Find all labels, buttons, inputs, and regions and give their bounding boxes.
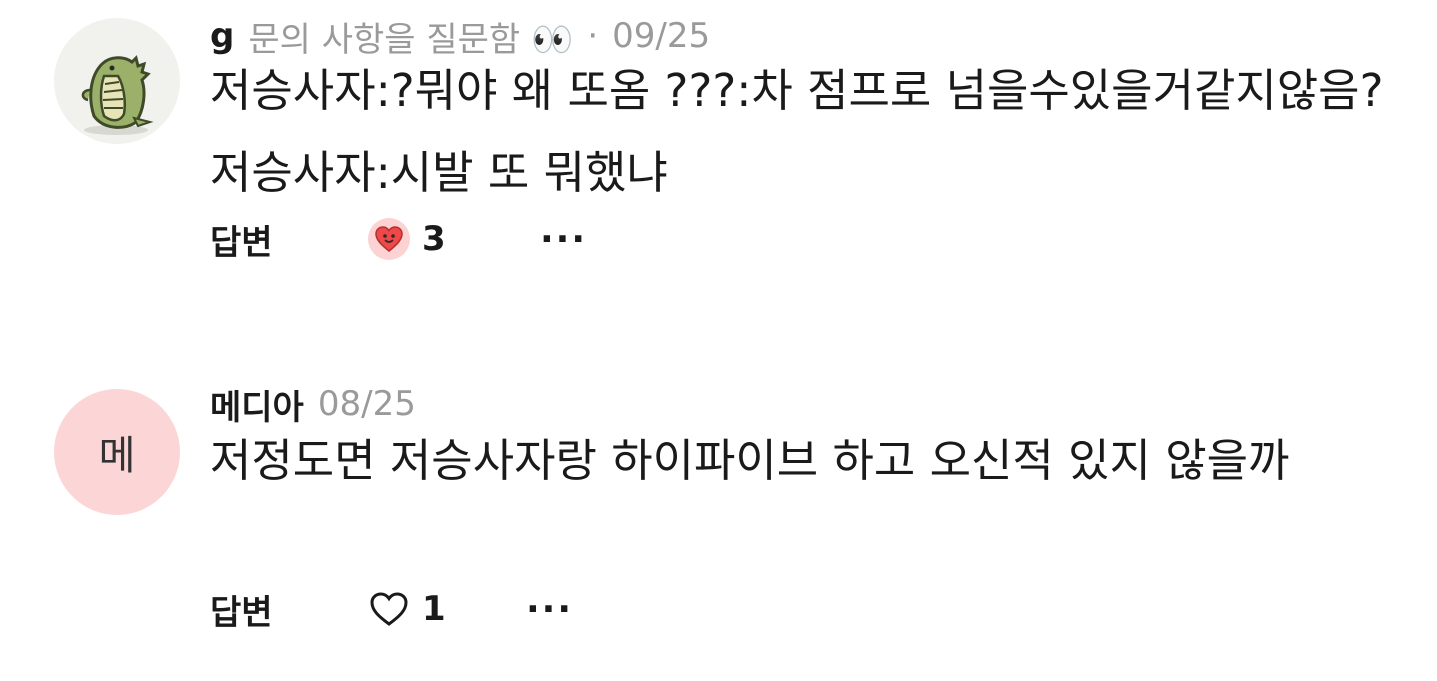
like-count: 3 [422, 219, 446, 259]
comment-actions: 답변 3 ··· [210, 215, 587, 264]
reply-button[interactable]: 답변 [210, 585, 368, 634]
comment-date: 08/25 [317, 384, 416, 424]
avatar-initial: 메 [98, 433, 136, 479]
more-options-button[interactable]: ··· [540, 219, 587, 260]
heart-outline-icon [370, 592, 408, 626]
comment-actions: 답변 1 ··· [210, 585, 573, 634]
comment-text: 저승사자:?뭐야 왜 또옴 ???:차 점프로 넘을수있을거같지않음? 저승사자… [210, 64, 1384, 199]
like-button[interactable]: 3 [368, 218, 540, 260]
comment-meta: 메디아 08/25 [210, 384, 416, 428]
avatar[interactable] [54, 18, 180, 144]
like-button[interactable]: 1 [368, 589, 526, 629]
more-options-button[interactable]: ··· [526, 589, 573, 630]
heart-filled-icon [368, 218, 410, 260]
comment-text: 저정도면 저승사자랑 하이파이브 하고 오신적 있지 않을까 [210, 434, 1290, 487]
avatar[interactable]: 메 [54, 389, 180, 515]
dinosaur-avatar-icon [81, 55, 154, 135]
reply-button[interactable]: 답변 [210, 215, 368, 264]
like-count: 1 [422, 589, 446, 629]
